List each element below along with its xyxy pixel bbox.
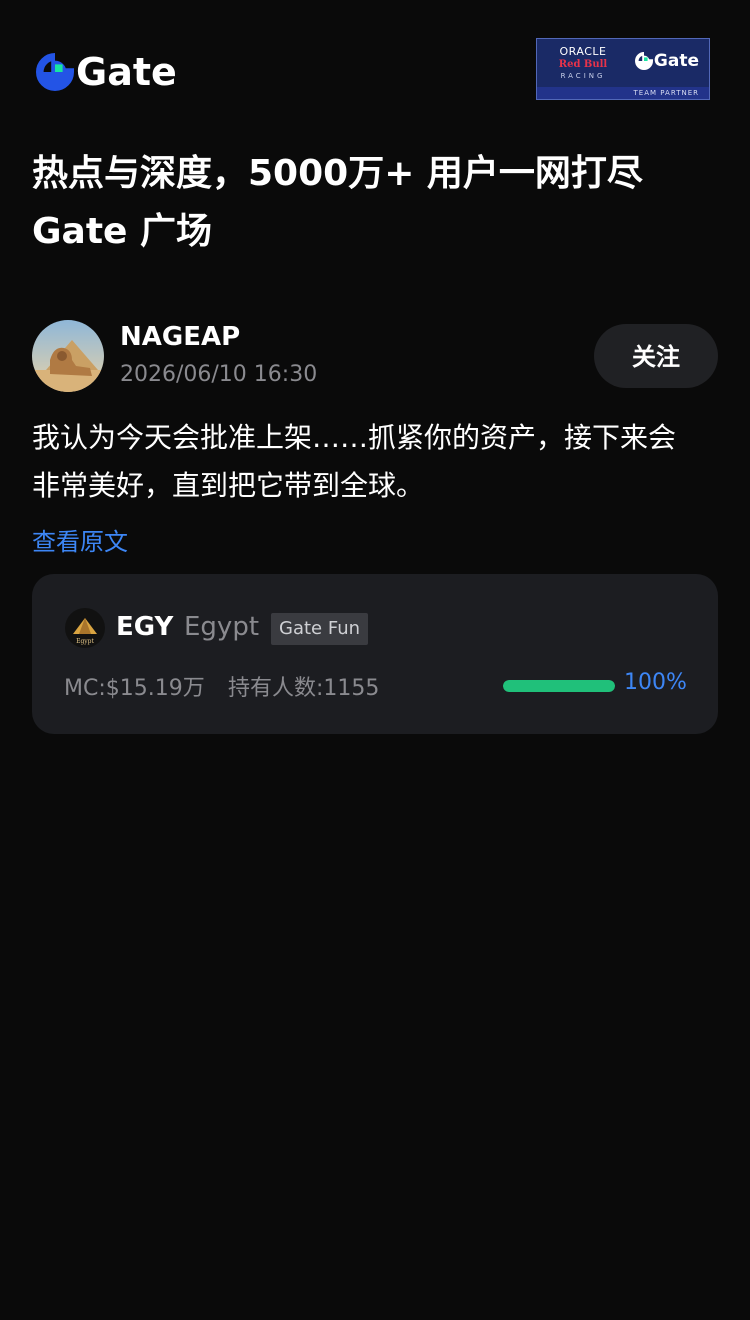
team-partner-label: TEAM PARTNER bbox=[537, 87, 709, 99]
follow-button[interactable]: 关注 bbox=[594, 324, 718, 388]
post-content-line-1: 我认为今天会批准上架……抓紧你的资产，接下来会 bbox=[32, 421, 677, 454]
header: Gate ORACLE Red Bull RACING Gate TEAM PA… bbox=[36, 38, 710, 102]
partner-gate-logo: Gate bbox=[634, 51, 699, 71]
egypt-token-icon: Egypt bbox=[65, 608, 105, 648]
token-name: Egypt bbox=[184, 612, 260, 642]
post-content: 我认为今天会批准上架……抓紧你的资产，接下来会 非常美好，直到把它带到全球。 bbox=[32, 414, 722, 510]
view-original-link[interactable]: 查看原文 bbox=[32, 522, 128, 557]
page-title: 热点与深度，5000万+ 用户一网打尽 Gate 广场 bbox=[32, 145, 722, 261]
oracle-text: ORACLE bbox=[559, 45, 607, 58]
page-title-line-2: Gate 广场 bbox=[32, 211, 213, 252]
post-timestamp: 2026/06/10 16:30 bbox=[120, 362, 318, 387]
oracle-redbull-logo: ORACLE Red Bull RACING bbox=[545, 45, 621, 80]
post-content-line-2: 非常美好，直到把它带到全球。 bbox=[32, 469, 425, 502]
page-title-line-1: 热点与深度，5000万+ 用户一网打尽 bbox=[32, 153, 643, 194]
gate-logo-text: Gate bbox=[76, 50, 177, 94]
team-partner-banner[interactable]: ORACLE Red Bull RACING Gate TEAM PARTNER bbox=[536, 38, 710, 100]
platform-badge: Gate Fun bbox=[271, 613, 369, 645]
token-card[interactable]: Egypt EGY Egypt Gate Fun MC:$15.19万 持有人数… bbox=[32, 574, 718, 734]
redbull-text: Red Bull bbox=[558, 59, 608, 70]
holder-count: 持有人数:1155 bbox=[228, 676, 380, 701]
gate-logo[interactable]: Gate bbox=[36, 50, 177, 94]
sphinx-avatar-icon bbox=[32, 320, 104, 392]
partner-gate-text: Gate bbox=[653, 51, 699, 71]
avatar[interactable] bbox=[32, 320, 104, 392]
bonding-progress-bar bbox=[503, 680, 615, 692]
author-name[interactable]: NAGEAP bbox=[120, 322, 240, 352]
token-symbol: EGY bbox=[116, 612, 174, 642]
bonding-progress-fill bbox=[503, 680, 615, 692]
gate-logo-icon bbox=[36, 53, 74, 91]
bonding-progress-label: 100% bbox=[624, 670, 687, 695]
page: Gate ORACLE Red Bull RACING Gate TEAM PA… bbox=[0, 0, 750, 1320]
gate-logo-icon bbox=[634, 52, 653, 70]
market-cap: MC:$15.19万 bbox=[64, 676, 205, 701]
racing-text: RACING bbox=[560, 72, 606, 80]
post-author-row: NAGEAP 2026/06/10 16:30 关注 bbox=[32, 320, 718, 392]
token-icon-caption: Egypt bbox=[76, 638, 94, 645]
